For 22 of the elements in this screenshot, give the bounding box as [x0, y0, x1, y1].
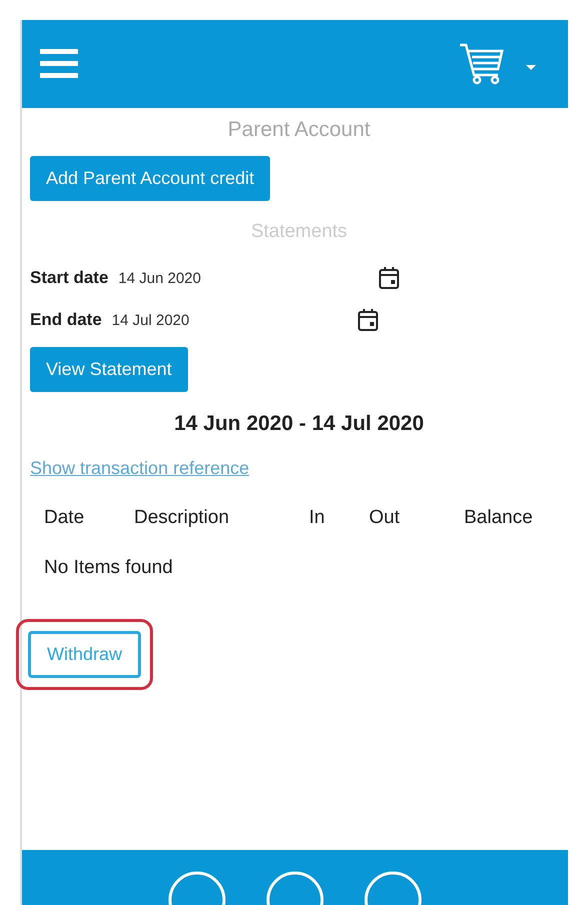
add-credit-button[interactable]: Add Parent Account credit [30, 156, 270, 201]
menu-icon[interactable] [40, 49, 78, 79]
column-header: Description [134, 507, 230, 529]
view-statement-button[interactable]: View Statement [30, 347, 188, 392]
social-icon[interactable] [363, 870, 423, 905]
social-icon[interactable] [167, 870, 227, 905]
column-header: Balance [464, 507, 534, 529]
date-label: Start date [30, 268, 108, 288]
calendar-icon[interactable] [378, 266, 400, 290]
date-value[interactable]: 14 Jun 2020 [118, 270, 378, 286]
transaction-reference-link[interactable]: Show transaction reference [30, 458, 250, 479]
date-label: End date [30, 310, 102, 330]
date-range: 14 Jun 2020 - 14 Jul 2020 [173, 412, 425, 436]
date-value[interactable]: 14 Jul 2020 [112, 312, 357, 328]
withdraw-button[interactable]: Withdraw [28, 631, 142, 678]
empty-message: No Items found [44, 557, 174, 579]
column-header: In [309, 507, 326, 529]
column-header: Date [44, 507, 86, 529]
page-title: Parent Account [226, 118, 372, 142]
social-icon[interactable] [265, 870, 325, 905]
calendar-icon[interactable] [356, 308, 379, 332]
column-header: Out [369, 507, 401, 529]
